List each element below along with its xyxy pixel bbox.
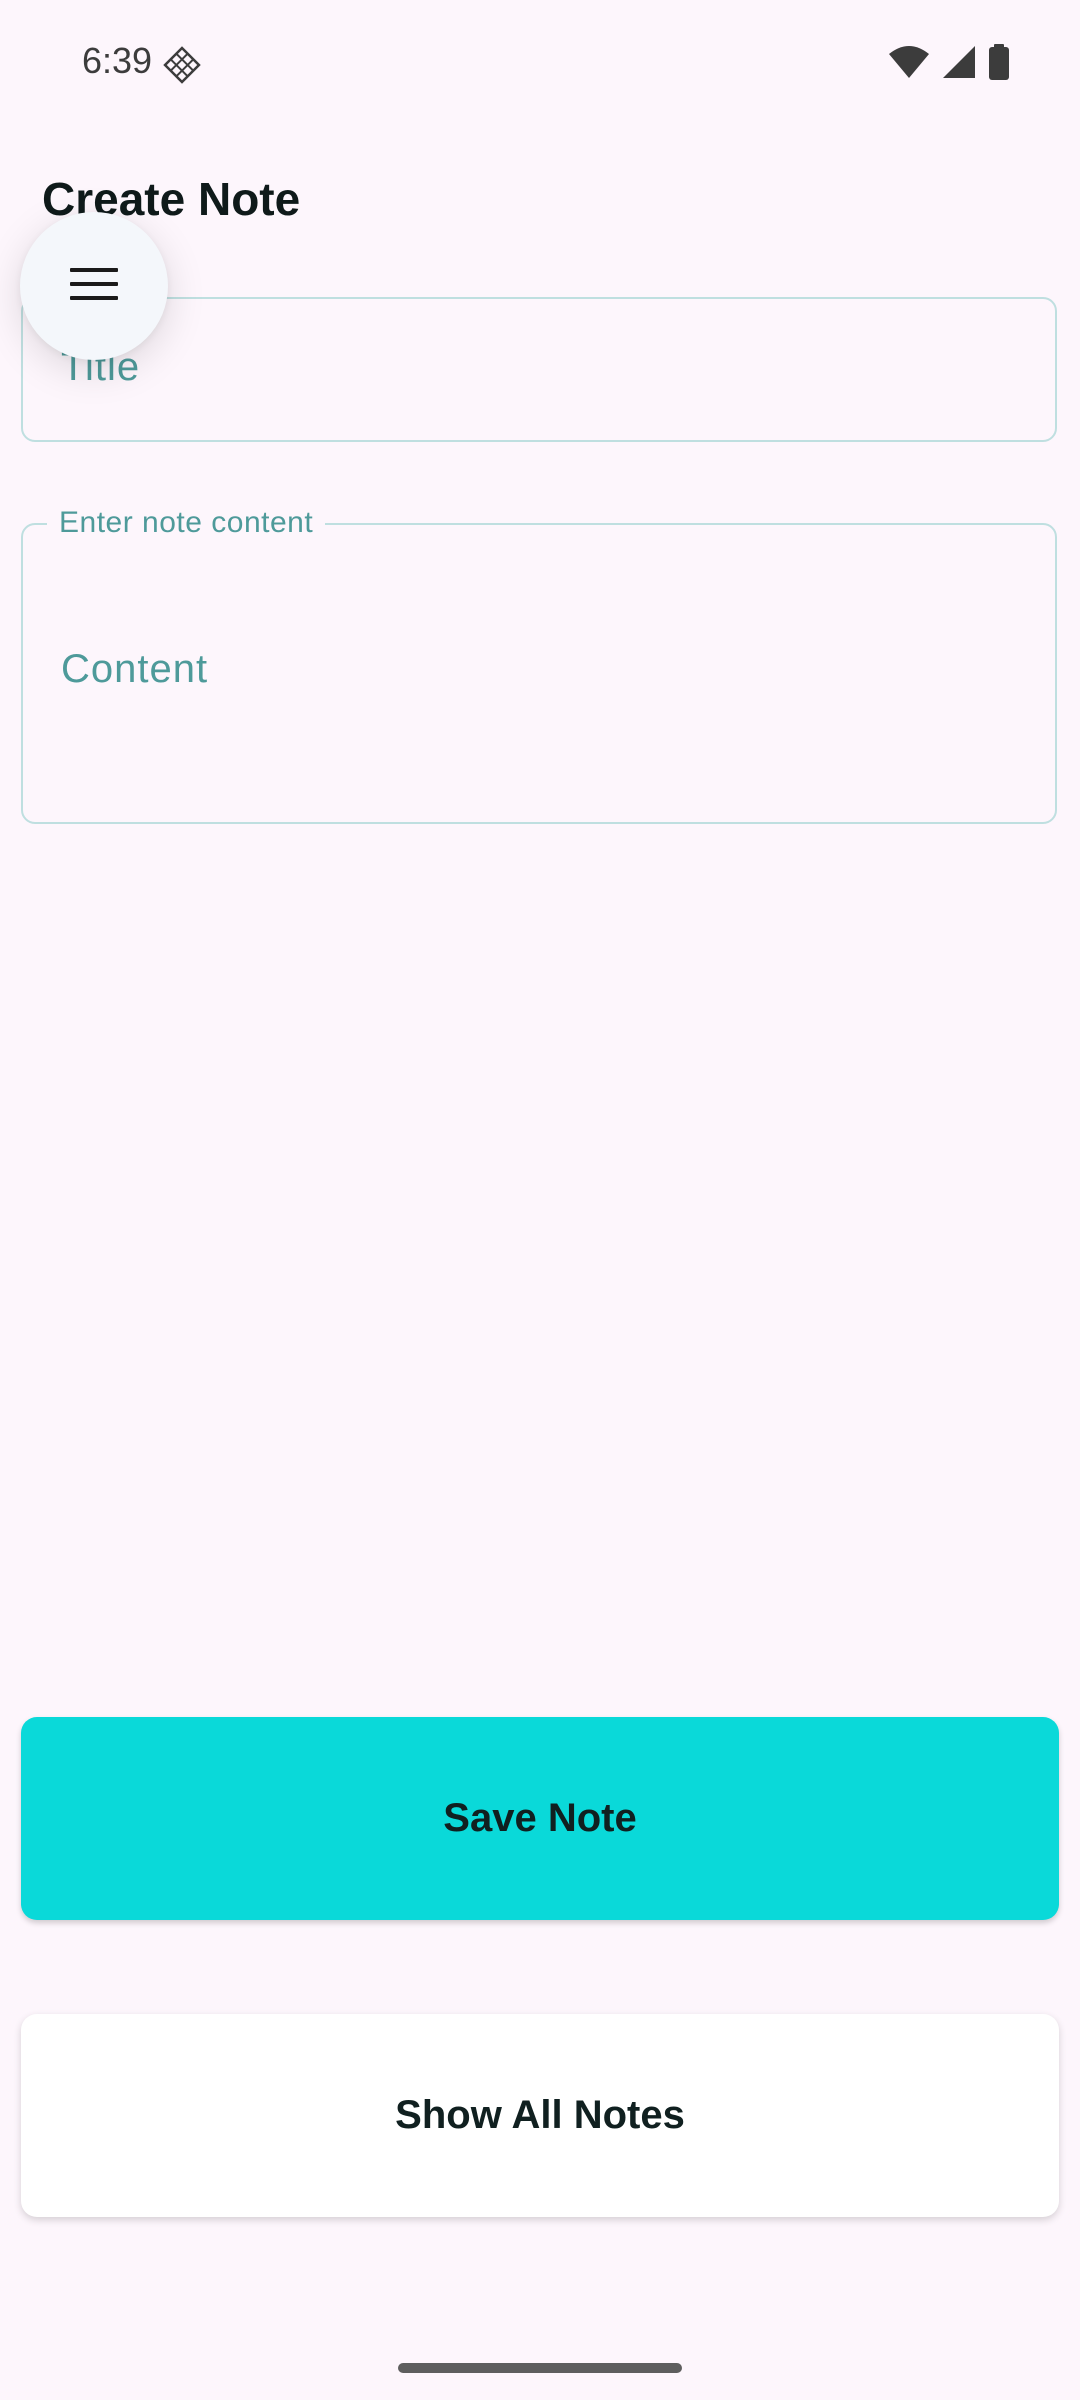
content-placeholder: Content [61,647,209,691]
content-field[interactable]: Enter note content Content [21,506,1057,824]
menu-button[interactable] [20,212,168,360]
notification-diamond-icon [163,46,201,84]
content-field-label: Enter note content [47,506,326,540]
battery-icon [988,44,1010,85]
wifi-icon [888,45,930,84]
status-bar: 6:39 [0,0,1080,128]
title-field[interactable]: Title [21,297,1057,442]
status-time: 6:39 [82,40,153,81]
save-note-button[interactable]: Save Note [21,1717,1059,1920]
show-all-notes-button[interactable]: Show All Notes [21,2014,1059,2217]
status-icons [888,44,1010,85]
hamburger-menu-icon [69,266,119,307]
home-indicator[interactable] [398,2363,682,2373]
cellular-signal-icon [942,45,976,84]
